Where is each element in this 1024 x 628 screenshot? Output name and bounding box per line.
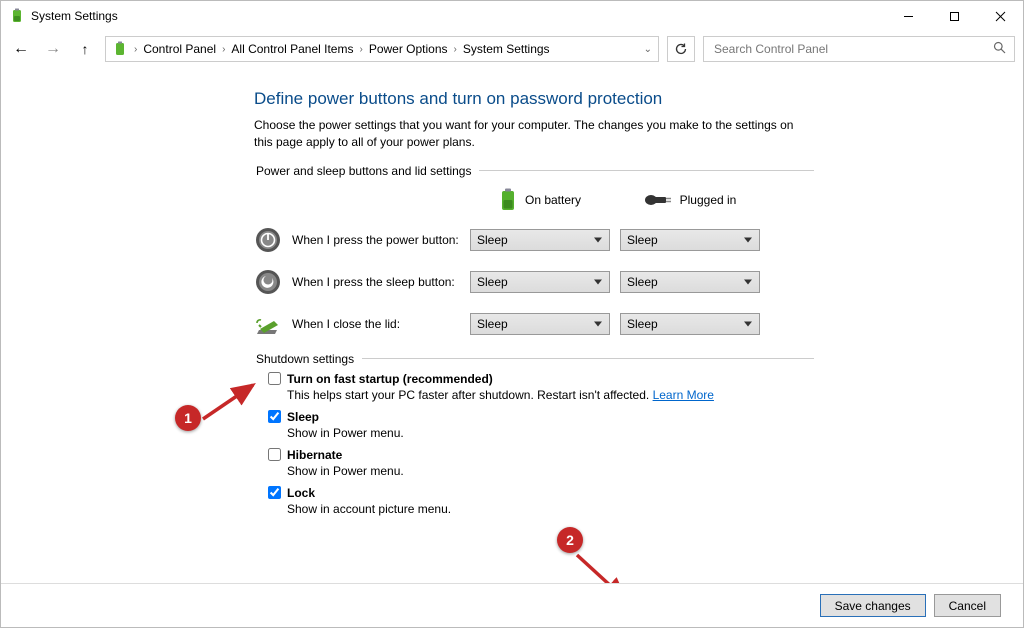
- chevron-right-icon: ›: [454, 44, 457, 55]
- shutdown-item-lock: Lock Show in account picture menu.: [268, 486, 814, 516]
- select-lid-plugged[interactable]: Sleep: [620, 313, 760, 335]
- forward-button[interactable]: →: [41, 40, 65, 58]
- buttons-and-lid-group: Power and sleep buttons and lid settings…: [254, 164, 814, 338]
- select-lid-battery[interactable]: Sleep: [470, 313, 610, 335]
- breadcrumb-item[interactable]: System Settings: [463, 42, 550, 56]
- footer: Save changes Cancel: [1, 583, 1023, 627]
- power-button-icon: [254, 226, 282, 254]
- shutdown-item-sleep: Sleep Show in Power menu.: [268, 410, 814, 440]
- checkbox-lock[interactable]: [268, 486, 281, 499]
- row-label-lid: When I close the lid:: [292, 317, 400, 331]
- row-label-sleep: When I press the sleep button:: [292, 275, 455, 289]
- up-button[interactable]: ↑: [73, 41, 97, 57]
- select-sleep-plugged[interactable]: Sleep: [620, 271, 760, 293]
- checkbox-desc: Show in account picture menu.: [287, 502, 814, 516]
- checkbox-label: Hibernate: [287, 448, 342, 462]
- search-box[interactable]: [703, 36, 1015, 62]
- annotation-badge-2: 2: [557, 527, 583, 553]
- battery-app-icon: [9, 8, 25, 24]
- row-label-power: When I press the power button:: [292, 233, 459, 247]
- checkbox-desc: Show in Power menu.: [287, 426, 814, 440]
- chevron-right-icon: ›: [134, 44, 137, 55]
- refresh-icon: [674, 42, 688, 56]
- checkbox-hibernate[interactable]: [268, 448, 281, 461]
- breadcrumb-item[interactable]: Control Panel: [143, 42, 216, 56]
- page-description: Choose the power settings that you want …: [254, 117, 814, 152]
- save-button[interactable]: Save changes: [820, 594, 926, 617]
- checkbox-desc: Show in Power menu.: [287, 464, 814, 478]
- chevron-right-icon: ›: [222, 44, 225, 55]
- checkbox-fast-startup[interactable]: [268, 372, 281, 385]
- column-battery-label: On battery: [525, 193, 581, 207]
- content-area: Define power buttons and turn on passwor…: [1, 67, 1023, 627]
- select-sleep-battery[interactable]: Sleep: [470, 271, 610, 293]
- checkbox-desc: This helps start your PC faster after sh…: [287, 388, 649, 402]
- plug-icon: [644, 191, 672, 209]
- chevron-down-icon[interactable]: ⌄: [644, 44, 652, 55]
- titlebar: System Settings: [1, 1, 1023, 31]
- window: System Settings ← → ↑ › Control Panel › …: [0, 0, 1024, 628]
- checkbox-label: Turn on fast startup (recommended): [287, 372, 493, 386]
- cancel-button[interactable]: Cancel: [934, 594, 1001, 617]
- breadcrumb-item[interactable]: Power Options: [369, 42, 448, 56]
- back-button[interactable]: ←: [9, 40, 33, 58]
- close-button[interactable]: [977, 1, 1023, 31]
- window-title: System Settings: [31, 9, 118, 23]
- annotation-badge-1: 1: [175, 405, 201, 431]
- battery-folder-icon: [112, 41, 128, 57]
- navbar: ← → ↑ › Control Panel › All Control Pane…: [1, 31, 1023, 67]
- chevron-right-icon: ›: [359, 44, 362, 55]
- page-title: Define power buttons and turn on passwor…: [254, 89, 814, 109]
- maximize-button[interactable]: [931, 1, 977, 31]
- refresh-button[interactable]: [667, 36, 695, 62]
- shutdown-settings-group: Shutdown settings Turn on fast startup (…: [254, 352, 814, 524]
- search-input[interactable]: [712, 41, 989, 57]
- group-legend: Shutdown settings: [254, 352, 362, 366]
- minimize-button[interactable]: [885, 1, 931, 31]
- shutdown-item-hibernate: Hibernate Show in Power menu.: [268, 448, 814, 478]
- search-icon: [993, 41, 1006, 57]
- shutdown-item-fast-startup: Turn on fast startup (recommended) This …: [268, 372, 814, 402]
- breadcrumb-item[interactable]: All Control Panel Items: [231, 42, 353, 56]
- column-plugged-label: Plugged in: [680, 193, 737, 207]
- checkbox-sleep[interactable]: [268, 410, 281, 423]
- group-legend: Power and sleep buttons and lid settings: [254, 164, 479, 178]
- checkbox-label: Lock: [287, 486, 315, 500]
- laptop-lid-icon: [254, 310, 282, 338]
- learn-more-link[interactable]: Learn More: [653, 388, 714, 402]
- breadcrumb[interactable]: › Control Panel › All Control Panel Item…: [105, 36, 659, 62]
- select-power-plugged[interactable]: Sleep: [620, 229, 760, 251]
- battery-icon: [499, 188, 517, 212]
- checkbox-label: Sleep: [287, 410, 319, 424]
- select-power-battery[interactable]: Sleep: [470, 229, 610, 251]
- sleep-button-icon: [254, 268, 282, 296]
- window-controls: [885, 1, 1023, 31]
